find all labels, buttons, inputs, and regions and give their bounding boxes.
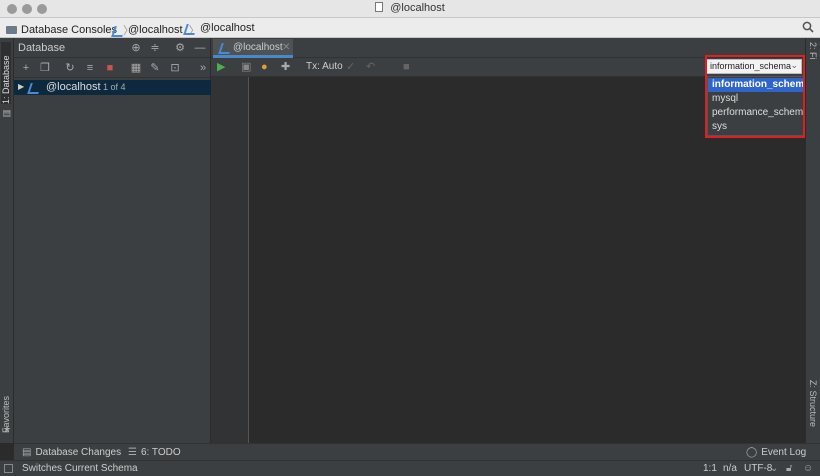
files-tool-tab[interactable]: 2: Fi (808, 42, 818, 60)
crosshair-icon[interactable]: ⊕ (130, 42, 142, 54)
settings-wrench-icon[interactable]: ✚ (281, 61, 290, 73)
search-icon[interactable] (802, 21, 814, 33)
navigation-bar: Database Consoles 〉 @localhost 〉 @localh… (0, 18, 820, 38)
copy-icon[interactable]: ❐ (39, 62, 51, 74)
commit-checkmark-icon[interactable]: ✓ (346, 61, 355, 73)
files-tool-tab-label: 2: Fi (808, 42, 818, 60)
toggle-tool-windows-icon[interactable] (4, 464, 13, 473)
schema-selector[interactable]: information_schema ⌄ (706, 59, 802, 74)
structure-tool-tab[interactable]: Z: Structure (808, 380, 818, 427)
table-view-icon[interactable]: ▦ (130, 62, 142, 74)
more-chevron-icon[interactable]: » (197, 62, 209, 74)
rollback-icon[interactable]: ↶ (366, 61, 375, 73)
edit-properties-icon[interactable]: ≡ (84, 62, 96, 74)
refresh-icon[interactable]: ↻ (64, 62, 76, 74)
editor-tab-bar: @localhost ✕ (211, 38, 805, 58)
datasource-icon (28, 82, 40, 93)
schema-option-sys[interactable]: sys (708, 120, 809, 134)
database-stack-icon[interactable]: ▤ (1, 108, 11, 118)
gear-icon[interactable]: ⚙ (174, 42, 186, 54)
lock-icon[interactable]: 🔓︎ (786, 463, 792, 474)
console-jump-icon[interactable]: ⊡ (169, 62, 181, 74)
window-titlebar: @localhost (0, 0, 820, 18)
transaction-mode-dropdown[interactable]: Tx: Auto (306, 61, 343, 72)
database-panel-header: Database ⊕ ≑ ⚙ — (14, 38, 210, 58)
database-changes-button[interactable]: ▤ Database Changes (22, 447, 121, 458)
window-title: @localhost (390, 2, 445, 14)
chevron-down-icon: ⌄ (770, 463, 779, 474)
expand-arrow-icon[interactable]: ▶ (18, 82, 24, 91)
add-icon[interactable]: + (20, 62, 32, 74)
inspector-face-icon[interactable]: ☺ (803, 463, 813, 474)
status-bar: Switches Current Schema 1:1 n/a UTF-8 ⌄ … (0, 460, 820, 476)
console-icon (219, 42, 231, 53)
speech-bubble-icon: ◯ (746, 447, 758, 458)
breadcrumb-label: @localhost (200, 22, 255, 34)
close-tab-icon[interactable]: ✕ (282, 42, 290, 53)
tree-node-count: 1 of 4 (103, 82, 126, 92)
breadcrumb-label: @localhost (128, 24, 183, 36)
database-panel-toolbar: + ❐ ↻ ≡ ■ ▦ ✎ ⊡ » (14, 58, 210, 78)
schema-option-performance-schema[interactable]: performance_schema (708, 106, 809, 120)
schema-dropdown-list: information_schema mysql performance_sch… (707, 76, 810, 136)
document-icon (375, 2, 384, 12)
collapse-all-icon[interactable]: ≑ (149, 42, 161, 54)
breadcrumb-label: Database Consoles (21, 24, 118, 36)
database-tool-tab[interactable]: 1: Database (1, 42, 11, 104)
bottom-tool-window-bar: ▤ Database Changes ☰ 6: TODO ◯ Event Log (14, 443, 820, 460)
schema-option-information-schema[interactable]: information_schema (708, 78, 809, 92)
datasource-icon (112, 25, 124, 36)
database-tool-tab-label: 1: Database (1, 55, 11, 104)
event-log-label: Event Log (761, 447, 807, 458)
line-separator-indicator[interactable]: n/a (723, 463, 737, 474)
database-panel-title: Database (18, 42, 66, 54)
status-message: Switches Current Schema (22, 463, 138, 474)
caret-position[interactable]: 1:1 (703, 463, 717, 474)
star-icon: ★ (3, 424, 12, 434)
parameters-icon[interactable]: ● (261, 61, 268, 73)
encoding-indicator[interactable]: UTF-8 (744, 463, 772, 474)
cancel-stop-icon[interactable]: ■ (403, 61, 410, 73)
structure-tool-tab-label: Z: Structure (808, 380, 818, 428)
tree-node-label: @localhost (46, 81, 101, 93)
chevron-down-icon: ⌄ (790, 60, 798, 70)
left-tool-strip: 1: Database ▤ Favorites ★ (0, 38, 14, 443)
event-log-button[interactable]: ◯ Event Log (746, 447, 806, 458)
tree-node-localhost[interactable]: ▶ @localhost 1 of 4 (14, 80, 211, 95)
pencil-icon[interactable]: ✎ (149, 62, 161, 74)
hide-panel-icon[interactable]: — (194, 42, 206, 54)
editor-gutter (211, 77, 249, 443)
database-changes-label: Database Changes (35, 447, 122, 458)
schema-option-mysql[interactable]: mysql (708, 92, 809, 106)
stop-icon[interactable]: ■ (104, 62, 116, 74)
execute-icon[interactable]: ▶ (217, 61, 225, 73)
todo-button[interactable]: ☰ 6: TODO (128, 447, 181, 458)
explain-plan-icon[interactable]: ▣ (241, 61, 251, 73)
console-icon (184, 23, 196, 34)
database-panel: Database ⊕ ≑ ⚙ — + ❐ ↻ ≡ ■ ▦ ✎ ⊡ » ▶ @lo… (14, 38, 211, 443)
breadcrumb-item-localhost-console[interactable]: @localhost (184, 22, 255, 34)
database-changes-icon: ▤ (22, 447, 32, 458)
list-icon: ☰ (128, 447, 137, 458)
tab-localhost-console[interactable]: @localhost ✕ (213, 39, 293, 58)
editor-tab-label: @localhost (233, 42, 283, 53)
todo-label: 6: TODO (140, 447, 181, 458)
folder-icon (6, 26, 17, 34)
right-tool-strip: 2: Fi Z: Structure (805, 38, 820, 443)
schema-selector-value: information_schema (710, 61, 792, 71)
